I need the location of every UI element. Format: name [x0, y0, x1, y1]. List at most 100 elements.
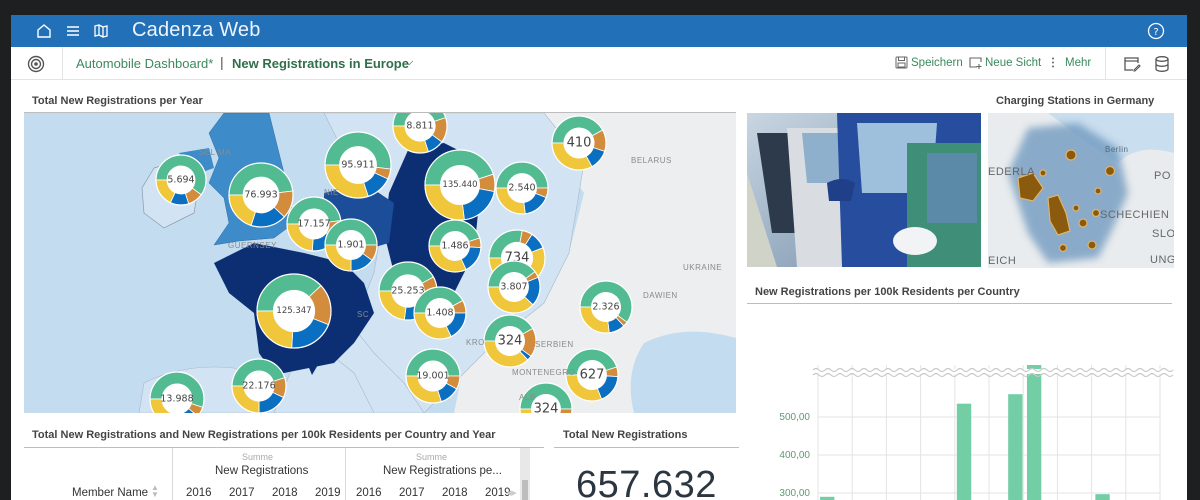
save-label: Speichern — [911, 56, 963, 69]
cluster-donut[interactable]: 22.176 — [231, 358, 287, 413]
donut-label: 76.993 — [244, 190, 277, 201]
app-window: Cadenza Web ? Automobile Dashboard* | Ne… — [11, 15, 1187, 500]
save-button[interactable]: Speichern — [895, 56, 963, 69]
breadcrumb-separator: | — [220, 54, 224, 70]
year-header[interactable]: 2018 — [272, 487, 298, 499]
map-label: SLO — [1152, 228, 1174, 240]
view-toolbar: Automobile Dashboard* | New Registration… — [11, 47, 1187, 80]
database-icon[interactable] — [1153, 55, 1171, 73]
divider — [747, 303, 1172, 304]
add-view-icon — [969, 57, 982, 69]
cluster-donut[interactable]: 3.807 — [487, 260, 541, 314]
donut-label: 125.347 — [276, 306, 311, 316]
cluster-donut[interactable]: 2.540 — [495, 161, 549, 215]
cluster-donut[interactable]: 19.001 — [405, 348, 461, 404]
year-header[interactable]: 2019 — [315, 487, 341, 499]
year-header[interactable]: 2018 — [442, 487, 468, 499]
target-icon[interactable] — [27, 55, 45, 73]
column-scroll-icon[interactable]: ◀▶ — [506, 489, 517, 497]
bar-chart-canvas: 300,00 400,00 500,00 — [779, 365, 1174, 500]
cluster-donut[interactable]: 2.326 — [579, 280, 633, 334]
breadcrumb-view[interactable]: New Registrations in Europe — [232, 56, 409, 71]
new-view-button[interactable]: Neue Sicht — [969, 56, 1041, 69]
map-label: SEL MA — [199, 148, 232, 157]
donut-label: 13.988 — [160, 394, 193, 405]
cluster-donut[interactable]: 324 — [483, 314, 537, 368]
aggregation-label: Summe — [242, 452, 274, 462]
app-header: Cadenza Web ? — [11, 15, 1187, 47]
map-label: PO — [1154, 170, 1171, 182]
edit-sheet-icon[interactable] — [1123, 55, 1141, 73]
help-icon[interactable]: ? — [1147, 22, 1165, 40]
charging-heatmap[interactable]: EDERLA Berlin PO SCHECHIEN SLO EICH UNG — [988, 113, 1174, 268]
donut-label: 19.001 — [416, 371, 449, 382]
home-icon[interactable] — [35, 22, 53, 40]
sort-icon[interactable]: ▲ ▼ — [151, 484, 159, 499]
divider — [1105, 47, 1106, 80]
kpi-card: 657.632 — [554, 446, 739, 500]
cars-photo — [747, 113, 981, 267]
cluster-donut[interactable]: 1.408 — [413, 286, 467, 340]
donut-label: 627 — [580, 368, 605, 383]
y-tick-label: 400,00 — [779, 450, 810, 461]
map-label: GUERNSEY — [228, 241, 277, 250]
donut-label: 1.901 — [337, 240, 364, 251]
group-header: New Registrations — [215, 465, 309, 477]
bar[interactable] — [956, 403, 972, 500]
map-label: UKRAINE — [683, 263, 723, 272]
bar[interactable] — [1008, 394, 1023, 500]
registrations-map[interactable]: 5.694 76.993 17.157 95.911 8.811 1.901 135.440… — [24, 113, 736, 413]
map-label: UNG — [1150, 254, 1174, 266]
divider — [62, 47, 63, 80]
donut-label: 25.253 — [391, 286, 424, 297]
more-vertical-icon — [1052, 57, 1054, 68]
cluster-donut[interactable]: 1.486 — [428, 219, 482, 273]
map-panel-title: Total New Registrations per Year — [32, 95, 203, 107]
cluster-donut[interactable]: 410 — [551, 115, 607, 171]
cluster-donut[interactable]: 1.901 — [324, 218, 378, 272]
cluster-donut[interactable]: 5.694 — [155, 154, 207, 206]
sea — [630, 331, 736, 413]
donut-label: 2.326 — [592, 302, 619, 313]
y-tick-label: 500,00 — [779, 412, 810, 423]
donut-label: 1.486 — [441, 241, 468, 252]
floppy-icon — [895, 56, 908, 69]
map-label: ALB — [519, 393, 536, 402]
pivot-table: Member Name ▲ ▼ Summe New Registrations 2… — [24, 446, 547, 500]
column-header-member[interactable]: Member Name — [72, 487, 148, 499]
chevron-down-icon[interactable]: ⌵ — [405, 56, 413, 69]
donut-label: 135.440 — [442, 180, 477, 190]
bar-panel-title: New Registrations per 100k Residents per… — [755, 286, 1020, 298]
map-label: MONTENEGRO — [512, 368, 576, 377]
year-header[interactable]: 2017 — [399, 487, 425, 499]
y-tick-label: 300,00 — [779, 488, 810, 499]
cluster-donut[interactable]: 76.993 — [228, 162, 294, 228]
kpi-value: 657.632 — [576, 464, 717, 500]
bar[interactable] — [1026, 365, 1042, 500]
scrollbar-thumb[interactable] — [522, 480, 528, 500]
cluster-donut[interactable]: 125.347 — [256, 273, 332, 349]
donut-label: 5.694 — [167, 175, 194, 186]
map-icon[interactable] — [92, 22, 110, 40]
donut-label: 1.408 — [426, 308, 453, 319]
cluster-donut[interactable]: 135.440 — [424, 149, 496, 221]
map-label: KRO — [466, 338, 485, 347]
table-panel-title: Total New Registrations and New Registra… — [32, 429, 496, 441]
map-label: BELARUS — [631, 156, 672, 165]
more-label: Mehr — [1065, 56, 1092, 69]
donut-label: 2.540 — [508, 183, 535, 194]
menu-icon[interactable] — [64, 22, 82, 40]
year-header[interactable]: 2017 — [229, 487, 255, 499]
year-header[interactable]: 2016 — [356, 487, 382, 499]
map-label: SERBIEN — [535, 340, 574, 349]
map-label: SC — [357, 310, 370, 319]
year-header[interactable]: 2016 — [186, 487, 212, 499]
aggregation-label: Summe — [416, 452, 448, 462]
bar[interactable] — [1095, 494, 1110, 500]
svg-text:?: ? — [1153, 27, 1158, 38]
breadcrumb-dashboard[interactable]: Automobile Dashboard* — [76, 56, 213, 71]
donut-label: 410 — [567, 136, 592, 151]
kpi-panel-title: Total New Registrations — [563, 429, 688, 441]
app-title: Cadenza Web — [132, 19, 261, 41]
more-button[interactable]: Mehr — [1049, 56, 1091, 69]
